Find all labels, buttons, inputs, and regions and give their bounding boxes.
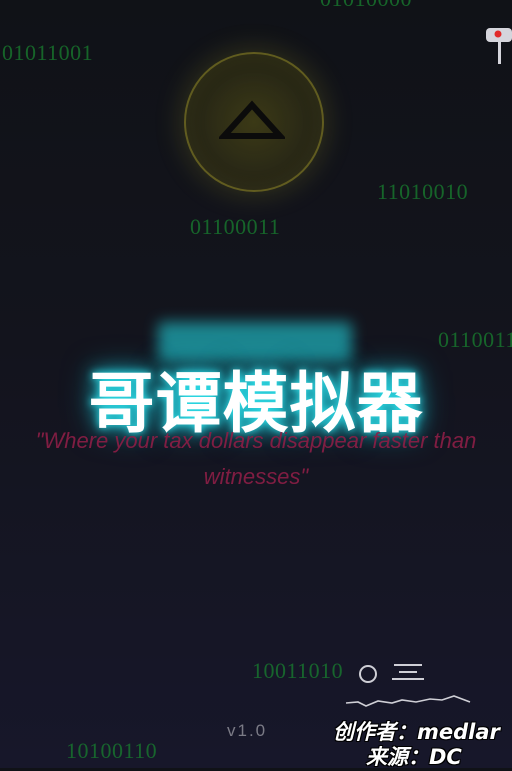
binary-string: 01100011 <box>190 214 281 239</box>
circle-icon[interactable] <box>359 665 377 683</box>
menu-icon[interactable] <box>392 664 424 682</box>
tagline-line-2: witnesses" <box>203 464 309 489</box>
triangle-logo-icon <box>219 100 285 139</box>
version-label: v1.0 <box>227 721 268 740</box>
binary-string: 10100110 <box>66 738 158 763</box>
binary-string: 11010010 <box>377 179 469 204</box>
tagline: "Where your tax dollars disappear faster… <box>0 423 512 495</box>
binary-string: 01010000 <box>320 0 412 12</box>
tagline-line-1: "Where your tax dollars disappear faster… <box>35 428 477 453</box>
credit-source: 来源：DC <box>366 745 462 769</box>
binary-string: 10011010 <box>252 658 344 683</box>
binary-string: 01011001 <box>2 40 94 65</box>
wave-decoration <box>345 695 471 707</box>
switch-icon[interactable] <box>484 26 512 66</box>
